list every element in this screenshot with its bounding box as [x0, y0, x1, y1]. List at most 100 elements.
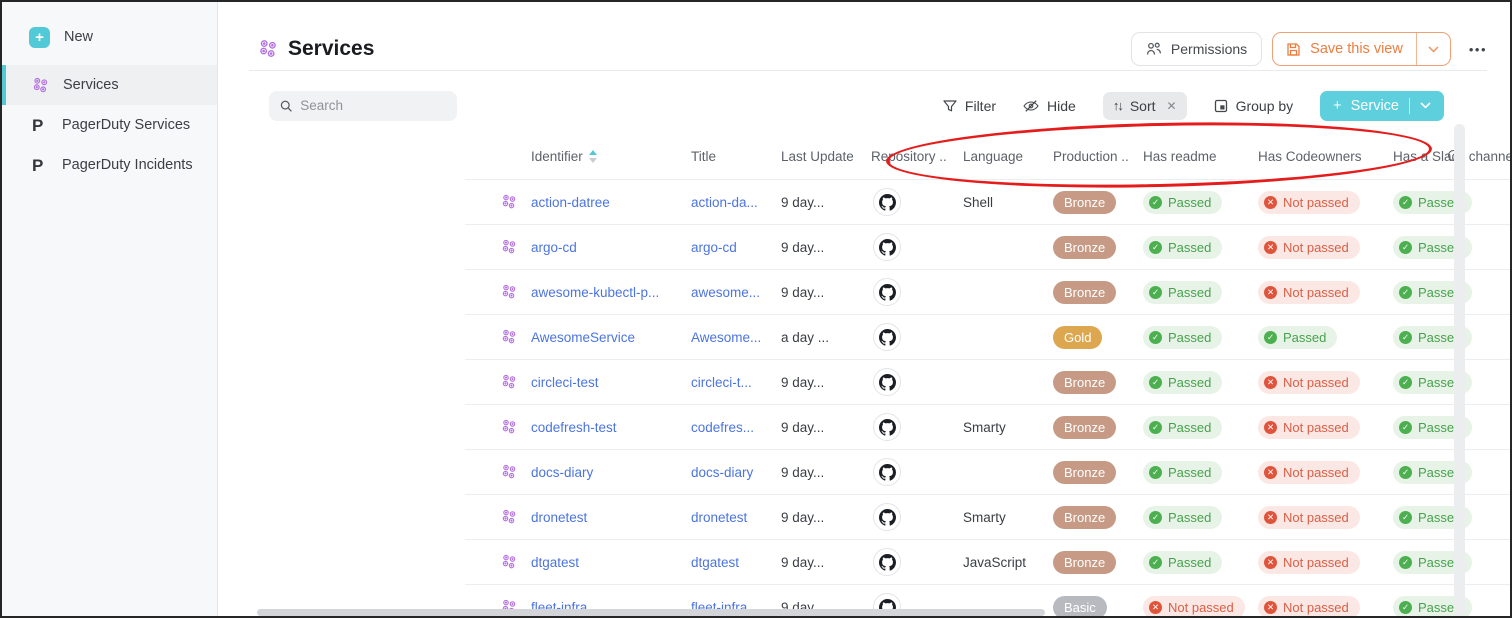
github-icon: [879, 419, 896, 436]
save-view-button[interactable]: Save this view: [1273, 33, 1416, 65]
search-input[interactable]: [300, 98, 446, 113]
identifier-link[interactable]: dtgatest: [531, 555, 579, 570]
filter-button[interactable]: Filter: [943, 98, 996, 114]
identifier-link[interactable]: docs-diary: [531, 465, 593, 480]
title-link[interactable]: dronetest: [691, 510, 747, 525]
header-cell-production[interactable]: Production ..: [1053, 149, 1143, 164]
table-row[interactable]: awesome-kubectl-p...awesome...9 day...Br…: [465, 270, 1512, 315]
save-view-dropdown-button[interactable]: [1416, 33, 1450, 65]
check-circle-icon: ✓: [1399, 466, 1412, 479]
has-codeowners-cell: ✕Not passed: [1258, 191, 1393, 214]
has-readme-cell: ✓Passed: [1143, 416, 1258, 439]
toolbar-actions: Filter Hide ↑↓ Sort ✕: [943, 91, 1444, 121]
title-link[interactable]: argo-cd: [691, 240, 737, 255]
header-cell-has-codeowners[interactable]: Has Codeowners: [1258, 149, 1393, 164]
title-link[interactable]: awesome...: [691, 285, 760, 300]
status-label: Passed: [1283, 330, 1326, 345]
sort-button[interactable]: ↑↓ Sort ✕: [1103, 92, 1187, 120]
header-cell-last-update[interactable]: Last Update: [781, 149, 871, 164]
sidebar-item-pagerduty-services[interactable]: P PagerDuty Services: [2, 105, 217, 145]
search-box[interactable]: [269, 91, 457, 121]
identifier-link[interactable]: dronetest: [531, 510, 587, 525]
identifier-link[interactable]: argo-cd: [531, 240, 577, 255]
sort-indicator-icon[interactable]: [589, 150, 597, 163]
check-circle-icon: ✓: [1399, 511, 1412, 524]
language-cell: JavaScript: [963, 555, 1053, 570]
new-button[interactable]: + New: [2, 15, 217, 59]
table-row[interactable]: circleci-testcircleci-t...9 day...Bronze…: [465, 360, 1512, 405]
repository-link[interactable]: [873, 548, 901, 576]
has-codeowners-cell: ✕Not passed: [1258, 371, 1393, 394]
title-link[interactable]: codefres...: [691, 420, 754, 435]
add-service-split-button[interactable]: + Service: [1320, 91, 1444, 121]
identifier-link[interactable]: awesome-kubectl-p...: [531, 285, 659, 300]
header-cell-title[interactable]: Title: [691, 149, 781, 164]
sidebar-item-services[interactable]: Services: [2, 65, 217, 105]
identifier-link[interactable]: circleci-test: [531, 375, 599, 390]
identifier-link[interactable]: codefresh-test: [531, 420, 617, 435]
title-link[interactable]: circleci-t...: [691, 375, 752, 390]
more-menu-button[interactable]: •••: [1469, 42, 1487, 57]
table-row[interactable]: dtgatestdtgatest9 day...JavaScriptBronze…: [465, 540, 1512, 585]
repository-link[interactable]: [873, 413, 901, 441]
header-cell-has-readme[interactable]: Has readme: [1143, 149, 1258, 164]
check-circle-icon: ✓: [1149, 511, 1162, 524]
microservices-icon: [501, 284, 517, 300]
group-by-button[interactable]: Group by: [1214, 98, 1294, 114]
tier-badge: Basic: [1053, 596, 1107, 618]
status-label: Not passed: [1283, 240, 1349, 255]
permissions-button[interactable]: Permissions: [1131, 32, 1262, 66]
identifier-link[interactable]: AwesomeService: [531, 330, 635, 345]
table-row[interactable]: docs-diary docs-diary 9 day... Bronze✓Passe…: [465, 450, 1512, 495]
last-update-cell: 9 day...: [781, 420, 871, 435]
header-cell-identifier[interactable]: Identifier: [531, 149, 691, 164]
title-link[interactable]: docs-diary: [691, 465, 753, 480]
repository-link[interactable]: [873, 188, 901, 216]
vertical-scrollbar[interactable]: [1454, 124, 1465, 616]
check-circle-icon: ✓: [1149, 196, 1162, 209]
hide-button[interactable]: Hide: [1023, 98, 1076, 114]
group-by-label: Group by: [1236, 98, 1294, 114]
table-row[interactable]: argo-cdargo-cd9 day...Bronze✓Passed✕Not …: [465, 225, 1512, 270]
sidebar-item-pagerduty-incidents[interactable]: P PagerDuty Incidents: [2, 145, 217, 185]
has-slack-channel-cell: ✓Passed: [1393, 506, 1512, 529]
title-link[interactable]: Awesome...: [691, 330, 761, 345]
has-codeowners-cell: ✕Not passed: [1258, 506, 1393, 529]
has-readme-cell: ✓Passed: [1143, 506, 1258, 529]
title-link[interactable]: action-da...: [691, 195, 758, 210]
x-circle-icon: ✕: [1264, 286, 1277, 299]
has-readme-cell: ✓Passed: [1143, 461, 1258, 484]
repository-link[interactable]: [873, 323, 901, 351]
has-readme-cell: ✓Passed: [1143, 326, 1258, 349]
header-cell-language[interactable]: Language: [963, 149, 1053, 164]
table-header: Identifier Title Last Update Repository …: [465, 134, 1512, 179]
title-link[interactable]: dtgatest: [691, 555, 739, 570]
status-label: Not passed: [1283, 420, 1349, 435]
horizontal-scrollbar[interactable]: [257, 609, 1045, 616]
repository-link[interactable]: [873, 458, 901, 486]
repository-link[interactable]: [873, 503, 901, 531]
sidebar-item-label: PagerDuty Services: [62, 117, 190, 133]
header-cell-repository[interactable]: Repository ..: [871, 149, 963, 164]
chevron-down-icon[interactable]: [1420, 102, 1431, 109]
repository-link[interactable]: [873, 278, 901, 306]
identifier-link[interactable]: action-datree: [531, 195, 610, 210]
has-readme-cell: ✓Passed: [1143, 191, 1258, 214]
status-badge: ✓Passed: [1143, 551, 1222, 574]
row-entity-icon-cell: [465, 239, 531, 255]
table-row[interactable]: dronetestdronetest9 day...SmartyBronze✓P…: [465, 495, 1512, 540]
last-update-cell: 9 day...: [781, 465, 871, 480]
has-codeowners-cell: ✕Not passed: [1258, 236, 1393, 259]
status-label: Not passed: [1283, 285, 1349, 300]
table-row[interactable]: AwesomeServiceAwesome...a day ...Gold✓Pa…: [465, 315, 1512, 360]
production-readiness-cell: Bronze: [1053, 461, 1143, 484]
row-entity-icon-cell: [465, 284, 531, 300]
pagerduty-icon: P: [32, 117, 48, 134]
table-row[interactable]: action-datreeaction-da...9 day...ShellBr…: [465, 180, 1512, 225]
status-label: Not passed: [1283, 195, 1349, 210]
clear-sort-icon[interactable]: ✕: [1167, 99, 1177, 113]
repository-link[interactable]: [873, 233, 901, 261]
repository-link[interactable]: [873, 368, 901, 396]
github-icon: [879, 284, 896, 301]
table-row[interactable]: codefresh-testcodefres...9 day...SmartyB…: [465, 405, 1512, 450]
